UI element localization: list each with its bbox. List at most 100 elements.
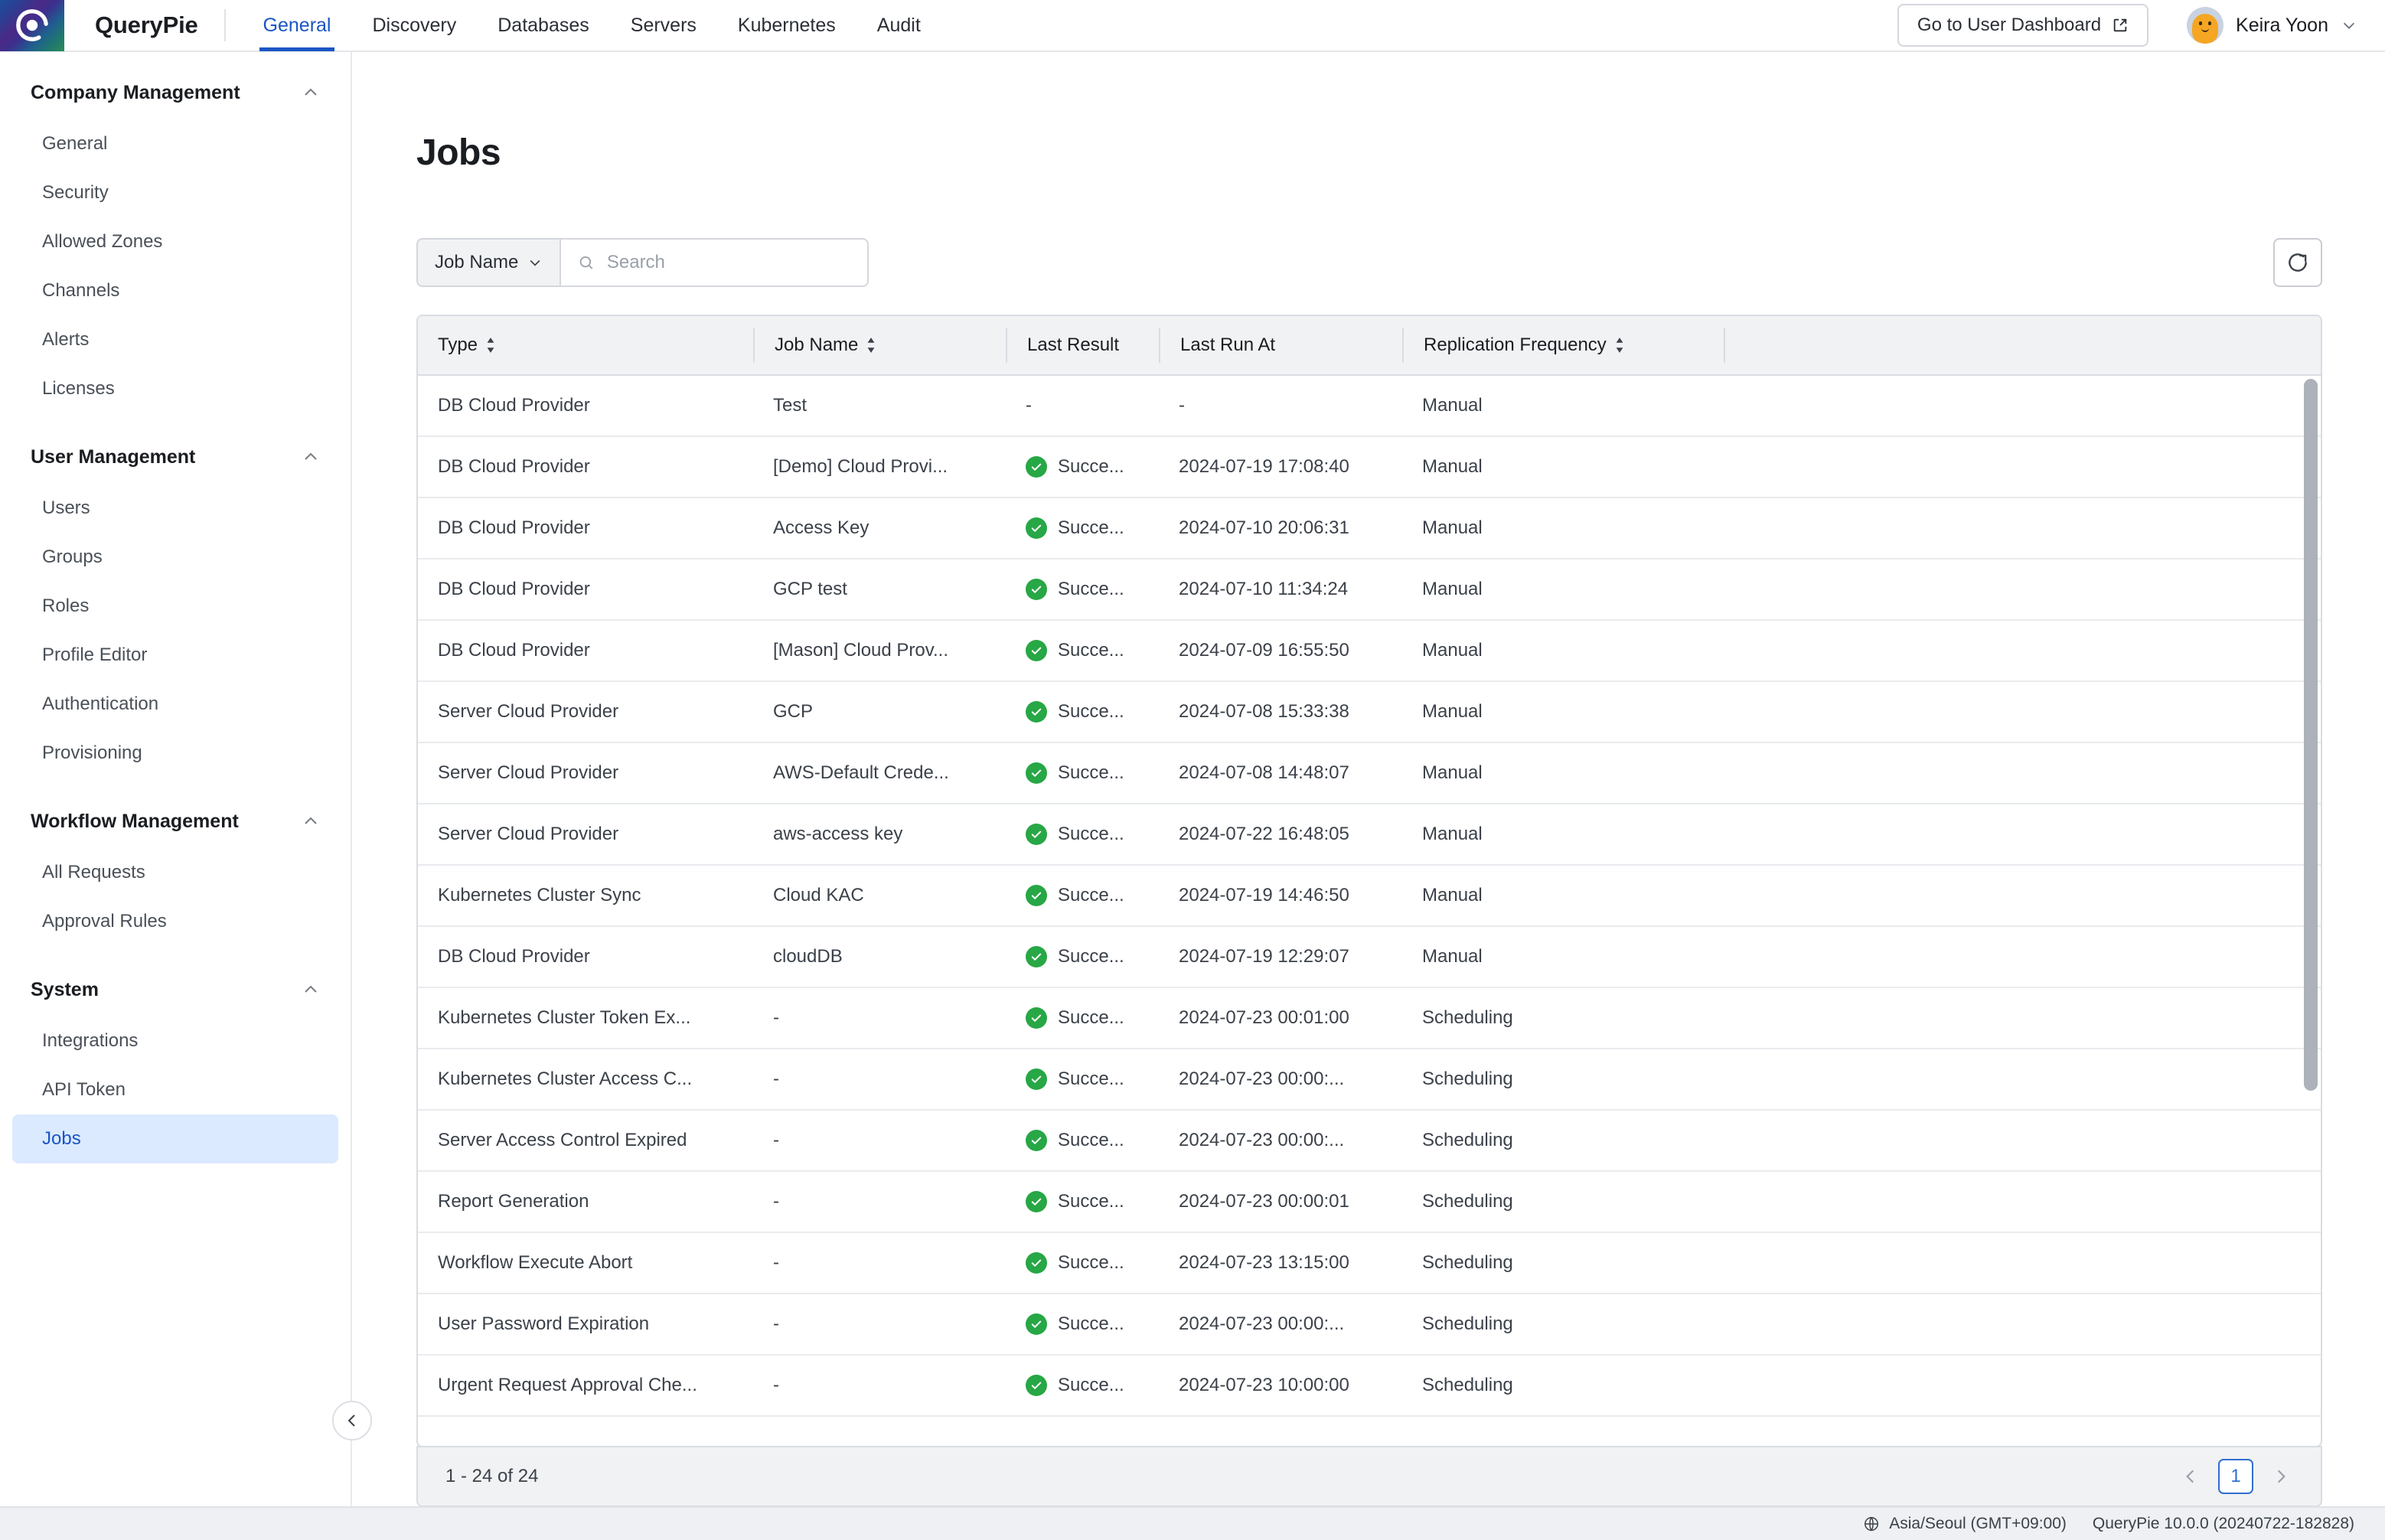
sidebar-item-security[interactable]: Security — [0, 168, 351, 217]
jobs-table: Type Job Name Last Result Last Run At Re… — [416, 315, 2322, 1447]
column-header-job-name[interactable]: Job Name — [753, 328, 1006, 363]
sidebar-item-roles[interactable]: Roles — [0, 582, 351, 631]
column-header-type[interactable]: Type — [418, 328, 753, 363]
status-success-icon — [1026, 701, 1047, 723]
table-row[interactable]: Server Cloud ProviderGCPSucce...2024-07-… — [418, 682, 2321, 743]
sidebar-item-profile-editor[interactable]: Profile Editor — [0, 631, 351, 680]
chevron-up-icon — [302, 812, 320, 830]
chevron-left-icon — [2181, 1467, 2201, 1486]
nav-tab-kubernetes[interactable]: Kubernetes — [717, 0, 856, 51]
table-row[interactable]: Urgent Request Approval Che...-Succe...2… — [418, 1356, 2321, 1417]
sidebar-item-groups[interactable]: Groups — [0, 533, 351, 582]
status-success-icon — [1026, 1130, 1047, 1151]
table-row[interactable]: Report Generation-Succe...2024-07-23 00:… — [418, 1172, 2321, 1233]
sidebar-collapse-button[interactable] — [332, 1401, 372, 1440]
sidebar-group-company-management[interactable]: Company Management — [0, 66, 351, 119]
cell-type: DB Cloud Provider — [418, 579, 753, 600]
main-content: Jobs Job Name Type — [354, 52, 2385, 1506]
cell-job-name: - — [753, 1252, 1006, 1274]
cell-job-name: - — [753, 1375, 1006, 1396]
table-row[interactable]: Server Access Control Expired-Succe...20… — [418, 1111, 2321, 1172]
table-row[interactable]: DB Cloud ProvidercloudDBSucce...2024-07-… — [418, 927, 2321, 988]
cell-job-name: GCP test — [753, 579, 1006, 600]
sidebar-item-channels[interactable]: Channels — [0, 266, 351, 315]
cell-type: Report Generation — [418, 1191, 753, 1212]
sidebar-item-allowed-zones[interactable]: Allowed Zones — [0, 217, 351, 266]
table-row[interactable]: Server Cloud ProviderAWS-Default Crede..… — [418, 743, 2321, 804]
pagination-page-1[interactable]: 1 — [2218, 1459, 2253, 1494]
column-header-last-result[interactable]: Last Result — [1006, 328, 1159, 363]
table-row[interactable]: DB Cloud ProviderTest--Manual — [418, 376, 2321, 437]
column-label: Job Name — [775, 334, 858, 356]
cell-last-result: Succe... — [1006, 1191, 1159, 1212]
cell-job-name: [Demo] Cloud Provi... — [753, 456, 1006, 478]
sidebar-item-users[interactable]: Users — [0, 484, 351, 533]
sidebar-item-approval-rules[interactable]: Approval Rules — [0, 897, 351, 946]
pagination-prev-button[interactable] — [2177, 1463, 2204, 1490]
sidebar-item-licenses[interactable]: Licenses — [0, 364, 351, 413]
go-to-user-dashboard-button[interactable]: Go to User Dashboard — [1897, 4, 2148, 47]
cell-replication-frequency: Manual — [1402, 579, 1724, 600]
table-scrollbar[interactable] — [2304, 379, 2318, 1444]
cell-job-name: [Mason] Cloud Prov... — [753, 640, 1006, 661]
cell-replication-frequency: Manual — [1402, 946, 1724, 967]
sidebar-item-all-requests[interactable]: All Requests — [0, 848, 351, 897]
cell-replication-frequency: Scheduling — [1402, 1007, 1724, 1029]
sidebar-group-user-management[interactable]: User Management — [0, 430, 351, 484]
column-header-replication-frequency[interactable]: Replication Frequency — [1402, 328, 1724, 363]
nav-tab-general[interactable]: General — [243, 0, 352, 51]
table-scrollbar-thumb[interactable] — [2304, 379, 2318, 1091]
refresh-button[interactable] — [2273, 238, 2322, 287]
sidebar-group-workflow-management[interactable]: Workflow Management — [0, 794, 351, 848]
main-nav: General Discovery Databases Servers Kube… — [243, 0, 941, 51]
sidebar-item-authentication[interactable]: Authentication — [0, 680, 351, 729]
app-logo-tile[interactable] — [0, 0, 64, 51]
cell-type: Kubernetes Cluster Token Ex... — [418, 1007, 753, 1029]
cell-last-run-at: 2024-07-10 20:06:31 — [1159, 517, 1402, 539]
table-row[interactable]: DB Cloud Provider[Mason] Cloud Prov...Su… — [418, 621, 2321, 682]
search-box[interactable] — [560, 238, 869, 287]
filter-field-select[interactable]: Job Name — [416, 238, 560, 287]
sidebar-group-label: User Management — [31, 446, 195, 468]
sidebar-item-alerts[interactable]: Alerts — [0, 315, 351, 364]
cell-type: DB Cloud Provider — [418, 395, 753, 416]
table-row[interactable]: Kubernetes Cluster SyncCloud KACSucce...… — [418, 866, 2321, 927]
sidebar-group-label: Workflow Management — [31, 811, 239, 833]
table-row[interactable]: DB Cloud ProviderAccess KeySucce...2024-… — [418, 498, 2321, 560]
cell-job-name: - — [753, 1191, 1006, 1212]
table-row[interactable]: Workflow Execute Abort-Succe...2024-07-2… — [418, 1233, 2321, 1294]
sidebar-item-jobs[interactable]: Jobs — [12, 1114, 338, 1163]
sidebar-group-label: Company Management — [31, 82, 240, 104]
cell-last-run-at: 2024-07-23 00:00:... — [1159, 1313, 1402, 1335]
status-success-icon — [1026, 456, 1047, 478]
sidebar-group-system[interactable]: System — [0, 963, 351, 1016]
cell-replication-frequency: Manual — [1402, 640, 1724, 661]
sidebar-item-integrations[interactable]: Integrations — [0, 1016, 351, 1065]
top-bar-right-group: Go to User Dashboard Keira Yoon — [1897, 4, 2385, 47]
search-input[interactable] — [607, 252, 851, 273]
table-footer: 1 - 24 of 24 1 — [416, 1446, 2322, 1506]
table-row[interactable]: Kubernetes Cluster Access C...-Succe...2… — [418, 1049, 2321, 1111]
cell-type: Server Cloud Provider — [418, 701, 753, 723]
nav-tab-servers[interactable]: Servers — [610, 0, 717, 51]
table-row[interactable]: Server Cloud Provideraws-access keySucce… — [418, 804, 2321, 866]
sidebar-item-provisioning[interactable]: Provisioning — [0, 729, 351, 778]
timezone-label: Asia/Seoul (GMT+09:00) — [1889, 1515, 2067, 1533]
table-row[interactable]: DB Cloud Provider[Demo] Cloud Provi...Su… — [418, 437, 2321, 498]
nav-tab-audit[interactable]: Audit — [856, 0, 941, 51]
chevron-down-icon — [527, 255, 543, 270]
pagination-next-button[interactable] — [2267, 1463, 2295, 1490]
table-row[interactable]: DB Cloud ProviderGCP testSucce...2024-07… — [418, 560, 2321, 621]
nav-tab-discovery[interactable]: Discovery — [351, 0, 477, 51]
table-row[interactable]: Kubernetes Cluster Token Ex...-Succe...2… — [418, 988, 2321, 1049]
column-header-last-run-at[interactable]: Last Run At — [1159, 328, 1402, 363]
table-row[interactable]: User Password Expiration-Succe...2024-07… — [418, 1294, 2321, 1356]
cell-job-name: Cloud KAC — [753, 885, 1006, 906]
cell-last-run-at: 2024-07-19 14:46:50 — [1159, 885, 1402, 906]
user-menu[interactable]: Keira Yoon — [2187, 7, 2357, 44]
sidebar-item-general[interactable]: General — [0, 119, 351, 168]
sidebar-item-api-token[interactable]: API Token — [0, 1065, 351, 1114]
nav-tab-databases[interactable]: Databases — [477, 0, 610, 51]
column-label: Last Run At — [1180, 334, 1275, 356]
cell-job-name: - — [753, 1313, 1006, 1335]
